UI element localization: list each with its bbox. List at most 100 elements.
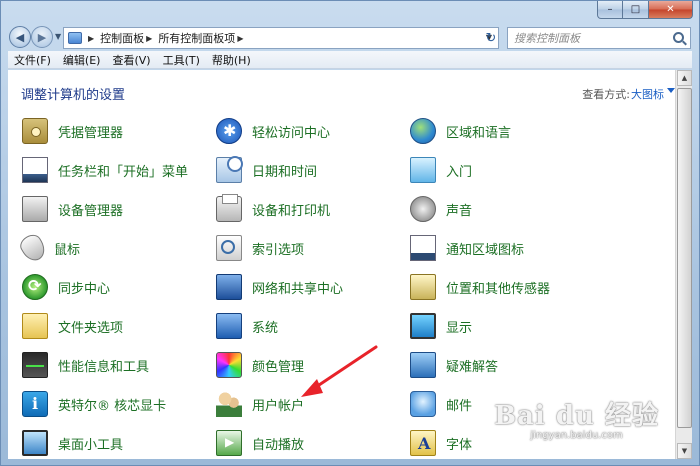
item-label: 自动播放 [252, 437, 305, 453]
item-label: 任务栏和「开始」菜单 [58, 164, 189, 180]
view-by-label: 查看方式: [582, 88, 630, 101]
menu-file[interactable]: 文件(F) [8, 52, 57, 68]
scrollbar-thumb[interactable] [677, 88, 692, 428]
item-color-management[interactable]: 颜色管理 [216, 350, 304, 380]
navigation-row: ◀ ▶ ▼ ▶ 控制面板 ▶ 所有控制面板项 ▶ ▼ ↻ [1, 23, 699, 49]
item-location-sensors[interactable]: 位置和其他传感器 [410, 272, 550, 302]
control-panel-window: – □ ✕ ◀ ▶ ▼ ▶ 控制面板 ▶ 所有控制面板项 ▶ ▼ ↻ 文件(F)… [0, 0, 700, 466]
item-label: 显示 [446, 320, 473, 336]
item-sound[interactable]: 声音 [410, 194, 472, 224]
item-label: 索引选项 [252, 242, 305, 258]
item-troubleshooting[interactable]: 疑难解答 [410, 350, 498, 380]
sync-icon [22, 274, 48, 300]
item-label: 通知区域图标 [446, 242, 525, 258]
item-label: 桌面小工具 [58, 437, 124, 453]
menu-help[interactable]: 帮助(H) [206, 52, 257, 68]
item-folder-options[interactable]: 文件夹选项 [22, 311, 123, 341]
back-button[interactable]: ◀ [9, 26, 31, 48]
maximize-button[interactable]: □ [623, 1, 649, 19]
item-label: 疑难解答 [446, 359, 499, 375]
item-ease-of-access[interactable]: 轻松访问中心 [216, 116, 330, 146]
user-accounts-icon [216, 391, 242, 417]
item-mail[interactable]: 邮件 [410, 389, 472, 419]
item-system[interactable]: 系统 [216, 311, 278, 341]
printer-icon [216, 194, 242, 222]
item-notification-icons[interactable]: 通知区域图标 [410, 233, 524, 263]
search-box[interactable] [507, 27, 691, 49]
menu-bar: 文件(F) 编辑(E) 查看(V) 工具(T) 帮助(H) [8, 51, 692, 69]
refresh-button[interactable]: ↻ [481, 27, 501, 49]
address-bar[interactable]: ▶ 控制面板 ▶ 所有控制面板项 ▶ ▼ [63, 27, 499, 49]
item-region-language[interactable]: 区域和语言 [410, 116, 511, 146]
item-label: 字体 [446, 437, 473, 453]
baidu-jingyan-watermark: Bai du 经验 jingyan.baidu.com [494, 395, 659, 441]
item-getting-started[interactable]: 入门 [410, 155, 472, 185]
close-button[interactable]: ✕ [649, 1, 693, 19]
item-taskbar-start-menu[interactable]: 任务栏和「开始」菜单 [22, 155, 188, 185]
globe-icon [410, 118, 436, 144]
scroll-up-icon[interactable]: ▲ [677, 70, 692, 86]
getting-started-icon [410, 157, 436, 183]
item-mouse[interactable]: 鼠标 [16, 231, 81, 265]
item-devices-printers[interactable]: 设备和打印机 [216, 194, 330, 224]
item-network-sharing[interactable]: 网络和共享中心 [216, 272, 343, 302]
item-credential-manager[interactable]: 凭据管理器 [22, 116, 123, 146]
item-intel-graphics[interactable]: 英特尔® 核芯显卡 [22, 389, 166, 419]
menu-tools[interactable]: 工具(T) [157, 52, 206, 68]
item-label: 位置和其他传感器 [446, 281, 551, 297]
item-sync-center[interactable]: 同步中心 [22, 272, 110, 302]
breadcrumb-separator-icon[interactable]: ▶ [146, 34, 152, 43]
taskbar-icon [22, 157, 48, 183]
menu-edit[interactable]: 编辑(E) [57, 52, 107, 68]
item-label: 声音 [446, 203, 473, 219]
vertical-scrollbar[interactable]: ▲ ▼ [675, 70, 692, 459]
speaker-icon [410, 196, 436, 222]
mouse-icon [16, 231, 50, 265]
item-label: 鼠标 [54, 242, 81, 258]
credential-vault-icon [22, 118, 48, 144]
ease-of-access-icon [216, 118, 242, 144]
item-display[interactable]: 显示 [410, 311, 472, 341]
item-device-manager[interactable]: 设备管理器 [22, 194, 123, 224]
item-fonts[interactable]: 字体 [410, 428, 472, 458]
item-indexing-options[interactable]: 索引选项 [216, 233, 304, 263]
recent-pages-dropdown-icon[interactable]: ▼ [55, 32, 61, 41]
item-label: 邮件 [446, 398, 473, 414]
minimize-button[interactable]: – [597, 1, 623, 19]
item-label: 入门 [446, 164, 473, 180]
intel-graphics-icon [22, 391, 48, 417]
item-label: 系统 [252, 320, 279, 336]
item-user-accounts[interactable]: 用户帐户 [216, 389, 304, 419]
item-autoplay[interactable]: 自动播放 [216, 428, 304, 458]
item-label: 日期和时间 [252, 164, 318, 180]
search-icon[interactable] [673, 32, 684, 43]
search-input[interactable] [514, 31, 664, 45]
item-performance[interactable]: 性能信息和工具 [22, 350, 149, 380]
sensor-icon [410, 274, 436, 300]
item-label: 文件夹选项 [58, 320, 124, 336]
control-panel-icon [68, 32, 82, 44]
breadcrumb-separator-icon[interactable]: ▶ [237, 34, 243, 43]
item-label: 网络和共享中心 [252, 281, 344, 297]
item-desktop-gadgets[interactable]: 桌面小工具 [22, 428, 123, 458]
watermark-logo: Bai du 经验 [494, 401, 659, 431]
view-by-dropdown[interactable]: 大图标 [631, 86, 664, 102]
indexing-icon [216, 235, 242, 261]
menu-view[interactable]: 查看(V) [106, 52, 156, 68]
mail-icon [410, 391, 436, 417]
breadcrumb-all-items[interactable]: 所有控制面板项 [158, 30, 235, 46]
forward-button[interactable]: ▶ [31, 26, 53, 48]
autoplay-icon [216, 430, 242, 456]
breadcrumb-separator-icon[interactable]: ▶ [88, 34, 94, 43]
breadcrumb-control-panel[interactable]: 控制面板 [100, 30, 144, 46]
item-label: 性能信息和工具 [58, 359, 150, 375]
fonts-icon [410, 430, 436, 456]
item-label: 设备和打印机 [252, 203, 331, 219]
view-by-chevron-down-icon[interactable] [667, 88, 675, 93]
page-title: 调整计算机的设置 [21, 88, 126, 103]
troubleshooting-icon [410, 352, 436, 378]
item-label: 英特尔® 核芯显卡 [58, 398, 167, 414]
item-date-time[interactable]: 日期和时间 [216, 155, 317, 185]
scroll-down-icon[interactable]: ▼ [677, 443, 692, 459]
item-label: 凭据管理器 [58, 125, 124, 141]
